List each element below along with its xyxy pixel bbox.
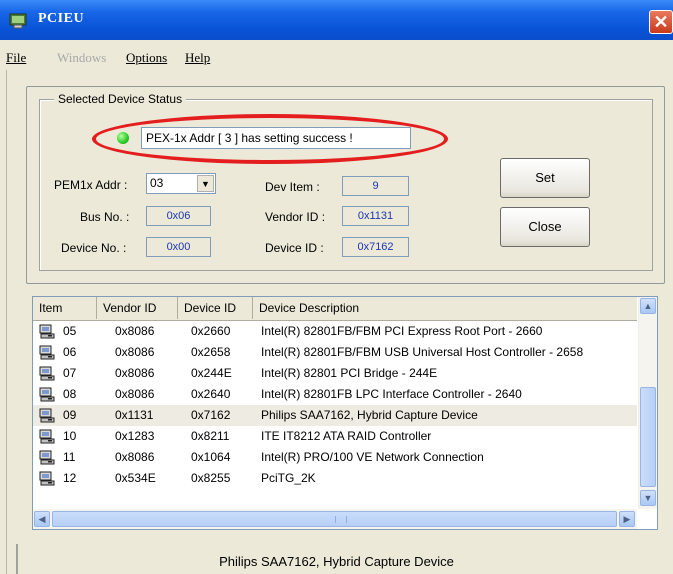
window-close-button[interactable]: ✕ bbox=[649, 10, 673, 34]
device-icon bbox=[39, 450, 55, 465]
addr-label: PEM1x Addr : bbox=[54, 178, 128, 192]
scroll-right-icon[interactable]: ▶ bbox=[619, 511, 635, 527]
vertical-scroll-thumb[interactable] bbox=[640, 387, 656, 487]
item-cell: 07 bbox=[63, 366, 77, 380]
vendor-id-cell: 0x8086 bbox=[115, 387, 155, 401]
device-id-cell: 0x8211 bbox=[191, 429, 230, 443]
vendor-id-field: 0x1131 bbox=[342, 206, 409, 226]
status-bar-text: Philips SAA7162, Hybrid Capture Device bbox=[219, 554, 454, 569]
device-id-cell: 0x2640 bbox=[191, 387, 231, 401]
table-row[interactable]: 07 0x8086 0x244E Intel(R) 82801 PCI Bridge … bbox=[33, 363, 637, 384]
dev-item-label: Dev Item : bbox=[265, 180, 320, 194]
table-row[interactable]: 09 0x1131 0x7162 Philips SAA7162, Hybrid Ca… bbox=[33, 405, 637, 426]
horizontal-scrollbar[interactable]: ◀ ▶ bbox=[33, 509, 637, 529]
description-cell: Philips SAA7162, Hybrid Capture Device bbox=[261, 408, 478, 422]
device-id-cell: 0x244E bbox=[191, 366, 232, 380]
column-header-item[interactable]: Item bbox=[33, 297, 97, 319]
vendor-id-cell: 0x1131 bbox=[115, 408, 154, 422]
item-cell: 06 bbox=[63, 345, 77, 359]
highlight-annotation bbox=[92, 114, 448, 164]
description-cell: Intel(R) 82801 PCI Bridge - 244E bbox=[261, 366, 438, 380]
set-button[interactable]: Set bbox=[500, 158, 590, 198]
table-row[interactable]: 10 0x1283 0x8211 ITE IT8212 ATA RAID Contro… bbox=[33, 426, 637, 447]
description-cell: Intel(R) 82801FB/FBM USB Universal Host … bbox=[261, 345, 584, 359]
device-icon bbox=[39, 345, 55, 360]
device-id-cell: 0x2660 bbox=[191, 324, 231, 338]
bus-no-label: Bus No. : bbox=[80, 210, 130, 224]
menu-file[interactable]: File bbox=[6, 50, 26, 66]
table-row[interactable]: 12 0x534E 0x8255 PciTG_2K bbox=[33, 468, 637, 489]
device-icon bbox=[39, 387, 55, 402]
device-id-label: Device ID : bbox=[265, 241, 324, 255]
item-cell: 08 bbox=[63, 387, 77, 401]
description-cell: PciTG_2K bbox=[261, 471, 316, 485]
device-icon bbox=[39, 324, 55, 339]
vendor-id-cell: 0x8086 bbox=[115, 345, 155, 359]
table-row[interactable]: 06 0x8086 0x2658 Intel(R) 82801FB/FBM USB U… bbox=[33, 342, 637, 363]
column-header-vendor-id[interactable]: Vendor ID bbox=[97, 297, 178, 319]
menu-help[interactable]: Help bbox=[185, 50, 210, 66]
device-no-label: Device No. : bbox=[61, 241, 127, 255]
menu-options[interactable]: Options bbox=[126, 50, 167, 66]
menu-help-label: Help bbox=[185, 50, 211, 65]
description-cell: Intel(R) PRO/100 VE Network Connection bbox=[261, 450, 484, 464]
app-window: PCIEU ✕ File Windows Options Help Select… bbox=[0, 0, 673, 574]
close-button[interactable]: Close bbox=[500, 207, 590, 247]
scroll-left-icon[interactable]: ◀ bbox=[34, 511, 50, 527]
menu-options-label: Options bbox=[126, 50, 168, 65]
bus-no-field: 0x06 bbox=[146, 206, 211, 226]
menu-bar: File Windows Options Help bbox=[0, 40, 673, 76]
vendor-id-cell: 0x8086 bbox=[115, 450, 155, 464]
device-id-cell: 0x8255 bbox=[191, 471, 231, 485]
vendor-id-cell: 0x8086 bbox=[115, 366, 155, 380]
dev-item-field: 9 bbox=[342, 176, 409, 196]
device-id-field: 0x7162 bbox=[342, 237, 409, 257]
device-icon bbox=[39, 471, 55, 486]
device-icon bbox=[39, 366, 55, 381]
groupbox-title: Selected Device Status bbox=[54, 92, 187, 106]
scroll-up-icon[interactable]: ▲ bbox=[640, 298, 656, 314]
column-header-description[interactable]: Device Description bbox=[253, 297, 637, 319]
device-icon bbox=[39, 429, 55, 444]
addr-combobox[interactable]: 03 ▼ bbox=[146, 173, 216, 194]
vendor-id-label: Vendor ID : bbox=[265, 210, 326, 224]
vendor-id-cell: 0x534E bbox=[115, 471, 156, 485]
vendor-id-cell: 0x1283 bbox=[115, 429, 155, 443]
table-row[interactable]: 05 0x8086 0x2660 Intel(R) 82801FB/FBM PCI E… bbox=[33, 321, 637, 342]
description-cell: Intel(R) 82801FB LPC Interface Controlle… bbox=[261, 387, 522, 401]
chevron-down-icon[interactable]: ▼ bbox=[197, 175, 214, 192]
device-icon bbox=[39, 408, 55, 423]
list-header: Item Vendor ID Device ID Device Descript… bbox=[33, 297, 637, 321]
vendor-id-cell: 0x8086 bbox=[115, 324, 155, 338]
window-title: PCIEU bbox=[38, 11, 85, 26]
column-header-device-id[interactable]: Device ID bbox=[178, 297, 253, 319]
title-bar[interactable]: PCIEU ✕ bbox=[0, 0, 673, 40]
item-cell: 12 bbox=[63, 471, 77, 485]
table-row[interactable]: 08 0x8086 0x2640 Intel(R) 82801FB LPC Inter… bbox=[33, 384, 637, 405]
device-id-cell: 0x1064 bbox=[191, 450, 231, 464]
table-row[interactable]: 11 0x8086 0x1064 Intel(R) PRO/100 VE Networ… bbox=[33, 447, 637, 468]
item-cell: 11 bbox=[63, 450, 76, 464]
description-cell: ITE IT8212 ATA RAID Controller bbox=[261, 429, 432, 443]
device-no-field: 0x00 bbox=[146, 237, 211, 257]
vertical-scrollbar[interactable]: ▲ ▼ bbox=[638, 297, 657, 509]
device-list[interactable]: Item Vendor ID Device ID Device Descript… bbox=[32, 296, 658, 530]
item-cell: 05 bbox=[63, 324, 77, 338]
scroll-grip-icon bbox=[334, 516, 347, 523]
item-cell: 09 bbox=[63, 408, 77, 422]
menu-windows[interactable]: Windows bbox=[57, 50, 106, 66]
addr-combobox-value: 03 bbox=[150, 176, 164, 190]
scroll-down-icon[interactable]: ▼ bbox=[640, 490, 656, 506]
horizontal-scroll-thumb[interactable] bbox=[52, 511, 617, 527]
device-id-cell: 0x7162 bbox=[191, 408, 231, 422]
app-icon bbox=[9, 13, 27, 29]
description-cell: Intel(R) 82801FB/FBM PCI Express Root Po… bbox=[261, 324, 543, 338]
menu-file-label: File bbox=[6, 50, 27, 65]
window-left-edge bbox=[0, 70, 7, 574]
item-cell: 10 bbox=[63, 429, 77, 443]
device-id-cell: 0x2658 bbox=[191, 345, 231, 359]
